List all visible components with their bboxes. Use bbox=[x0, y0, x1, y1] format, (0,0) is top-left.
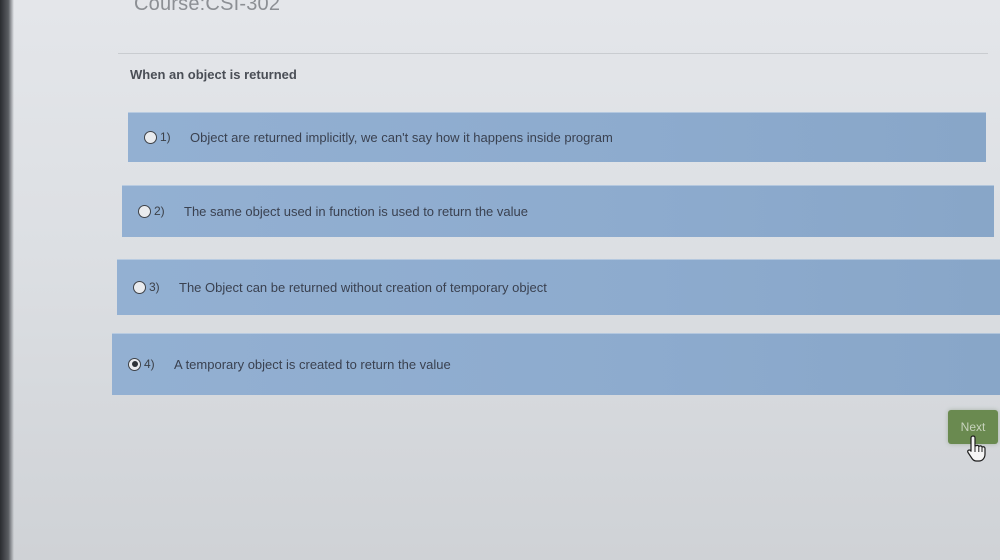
answer-option-3[interactable]: 3) The Object can be returned without cr… bbox=[117, 259, 1000, 315]
question-text: When an object is returned bbox=[130, 67, 297, 82]
header-divider bbox=[118, 53, 988, 54]
option-text: Object are returned implicitly, we can't… bbox=[190, 129, 613, 145]
answer-option-4[interactable]: 4) A temporary object is created to retu… bbox=[112, 333, 1000, 395]
option-number: 3) bbox=[149, 280, 160, 294]
radio-button-icon[interactable] bbox=[133, 280, 146, 294]
option-number: 1) bbox=[160, 130, 171, 144]
radio-button-icon[interactable] bbox=[144, 130, 157, 144]
option-text: A temporary object is created to return … bbox=[174, 356, 451, 372]
radio-button-icon[interactable] bbox=[128, 357, 141, 371]
option-text: The Object can be returned without creat… bbox=[179, 279, 547, 295]
radio-button-icon[interactable] bbox=[138, 204, 151, 218]
hand-pointer-icon bbox=[967, 435, 986, 462]
course-title: Course:CSI-302 bbox=[134, 0, 281, 15]
screen-bezel bbox=[0, 0, 14, 560]
option-number: 4) bbox=[144, 357, 155, 371]
answer-option-2[interactable]: 2) The same object used in function is u… bbox=[122, 185, 994, 237]
option-text: The same object used in function is used… bbox=[184, 203, 528, 219]
answer-option-1[interactable]: 1) Object are returned implicitly, we ca… bbox=[128, 112, 986, 162]
option-number: 2) bbox=[154, 204, 165, 218]
